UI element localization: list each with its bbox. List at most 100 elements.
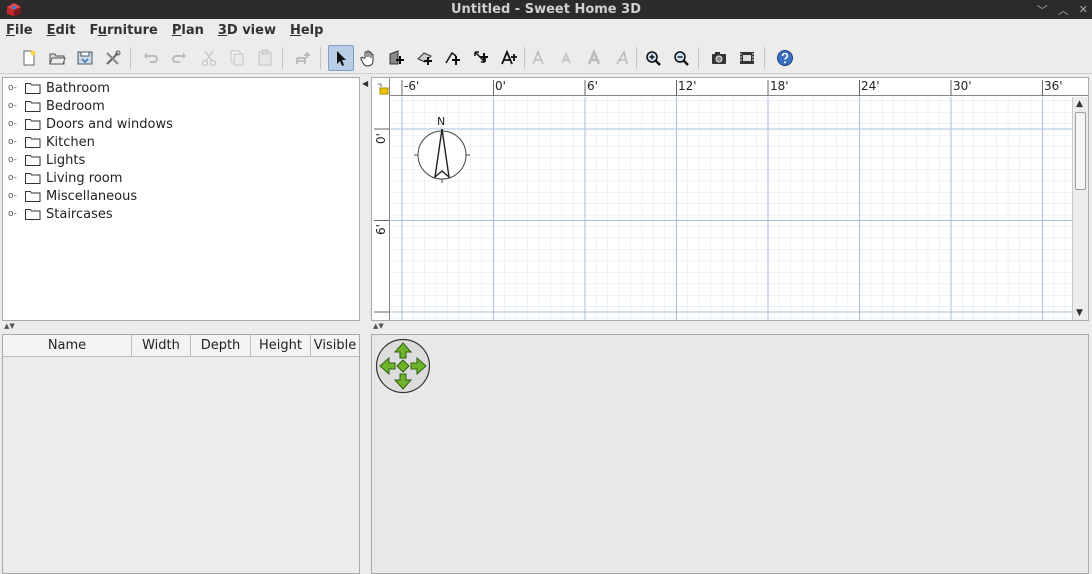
split-collapse-arrows-icon[interactable]: ▲▼ <box>373 322 384 332</box>
menu-file[interactable]: File <box>6 23 33 38</box>
maximize-icon[interactable]: ︿ <box>1058 2 1069 18</box>
category-label: Miscellaneous <box>46 188 138 204</box>
paste-button[interactable] <box>252 45 278 71</box>
split-left-arrow-icon[interactable]: ◀ <box>362 79 368 88</box>
expand-handle-icon[interactable]: o- <box>8 191 22 201</box>
preferences-button[interactable] <box>100 45 126 71</box>
catalog-category-bathroom[interactable]: o- Bathroom <box>3 79 110 97</box>
folder-icon <box>25 137 41 148</box>
open-button[interactable] <box>44 45 70 71</box>
furniture-table[interactable]: Name Width Depth Height Visible <box>2 334 360 574</box>
add-furniture-button[interactable] <box>290 45 316 71</box>
ruler-label: 18' <box>770 79 789 93</box>
room-icon <box>417 52 432 65</box>
create-dimensions-button[interactable] <box>468 45 494 71</box>
column-header-depth[interactable]: Depth <box>191 335 251 357</box>
add-text-button[interactable] <box>496 45 522 71</box>
new-home-button[interactable] <box>16 45 42 71</box>
expand-handle-icon[interactable]: o- <box>8 137 22 147</box>
toolbar-separator <box>636 47 637 69</box>
undo-button[interactable] <box>138 45 164 71</box>
column-header-visible[interactable]: Visible <box>311 335 359 357</box>
ruler-label: 0' <box>495 79 506 93</box>
column-header-width[interactable]: Width <box>132 335 191 357</box>
catalog-category-staircases[interactable]: o- Staircases <box>3 205 113 223</box>
catalog-category-miscellaneous[interactable]: o- Miscellaneous <box>3 187 137 205</box>
plan-level-corner-icon[interactable] <box>376 81 390 95</box>
folder-icon <box>25 155 41 166</box>
italic-text-button[interactable] <box>610 45 636 71</box>
create-polylines-button[interactable] <box>440 45 466 71</box>
table-header: Name Width Depth Height Visible <box>3 335 359 357</box>
category-label: Kitchen <box>46 134 95 150</box>
menu-bar: File Edit Furniture Plan 3D view Help <box>0 19 1092 42</box>
catalog-category-living-room[interactable]: o- Living room <box>3 169 122 187</box>
menu-edit[interactable]: Edit <box>47 23 76 38</box>
polyline-icon <box>445 51 460 65</box>
copy-button[interactable] <box>224 45 250 71</box>
ruler-label: -6' <box>404 79 420 93</box>
scroll-down-arrow-icon[interactable]: ▼ <box>1076 308 1083 318</box>
cut-button[interactable] <box>196 45 222 71</box>
help-button[interactable] <box>772 45 798 71</box>
scissors-icon <box>202 50 216 66</box>
zoom-in-button[interactable] <box>640 45 666 71</box>
plan-vertical-scrollbar[interactable]: ▲ ▼ <box>1072 97 1088 320</box>
category-label: Staircases <box>46 206 113 222</box>
close-icon[interactable]: ✕ <box>1079 3 1088 16</box>
expand-handle-icon[interactable]: o- <box>8 101 22 111</box>
expand-handle-icon[interactable]: o- <box>8 209 22 219</box>
add-furniture-icon <box>296 52 310 64</box>
3d-navigation-arrows-icon[interactable] <box>375 338 431 394</box>
create-rooms-button[interactable] <box>412 45 438 71</box>
category-label: Lights <box>46 152 86 168</box>
increase-text-size-button[interactable] <box>526 45 552 71</box>
zoom-out-button[interactable] <box>668 45 694 71</box>
bold-text-button[interactable] <box>582 45 608 71</box>
scroll-thumb[interactable] <box>1075 112 1086 190</box>
select-mode-button[interactable] <box>328 45 354 71</box>
create-photo-button[interactable] <box>706 45 732 71</box>
category-label: Bedroom <box>46 98 105 114</box>
expand-handle-icon[interactable]: o- <box>8 155 22 165</box>
ruler-label: 6' <box>374 224 388 235</box>
plan-grid[interactable] <box>391 97 1073 321</box>
text-icon <box>501 49 517 65</box>
create-walls-button[interactable] <box>384 45 410 71</box>
catalog-category-doors-and-windows[interactable]: o- Doors and windows <box>3 115 173 133</box>
minimize-icon[interactable]: ﹀ <box>1037 2 1048 18</box>
expand-handle-icon[interactable]: o- <box>8 173 22 183</box>
decrease-text-size-icon <box>561 52 571 64</box>
menu-3d-view[interactable]: 3D view <box>218 23 276 38</box>
column-header-name[interactable]: Name <box>3 335 132 357</box>
folder-icon <box>25 191 41 202</box>
redo-button[interactable] <box>166 45 192 71</box>
save-icon <box>77 51 93 65</box>
catalog-category-lights[interactable]: o- Lights <box>3 151 85 169</box>
window-controls: ﹀ ︿ ✕ <box>1037 0 1088 19</box>
split-collapse-arrows-icon[interactable]: ▲▼ <box>4 322 15 332</box>
pan-mode-button[interactable] <box>356 45 382 71</box>
create-video-button[interactable] <box>734 45 760 71</box>
ruler-label: 6' <box>587 79 598 93</box>
expand-handle-icon[interactable]: o- <box>8 83 22 93</box>
decrease-text-size-button[interactable] <box>554 45 580 71</box>
menu-help[interactable]: Help <box>290 23 323 38</box>
plan-view[interactable]: N -6' 0' 6' 12' 18' 24' 30' 36' 0' 6' ▲ … <box>371 77 1089 321</box>
expand-handle-icon[interactable]: o- <box>8 119 22 129</box>
folder-icon <box>25 101 41 112</box>
catalog-category-kitchen[interactable]: o- Kitchen <box>3 133 95 151</box>
furniture-catalog-tree[interactable]: o- Bathroom o- Bedroom o- Doors and wind… <box>2 77 360 321</box>
ruler-label: 24' <box>861 79 880 93</box>
scroll-up-arrow-icon[interactable]: ▲ <box>1076 99 1083 109</box>
catalog-category-bedroom[interactable]: o- Bedroom <box>3 97 105 115</box>
main-split-divider[interactable]: ◀ <box>361 77 370 574</box>
menu-furniture[interactable]: Furniture <box>90 23 158 38</box>
column-header-height[interactable]: Height <box>251 335 311 357</box>
bold-text-icon <box>587 49 601 65</box>
wall-icon <box>389 50 404 65</box>
3d-view[interactable] <box>371 334 1089 574</box>
menu-plan[interactable]: Plan <box>172 23 204 38</box>
save-button[interactable] <box>72 45 98 71</box>
folder-icon <box>25 173 41 184</box>
